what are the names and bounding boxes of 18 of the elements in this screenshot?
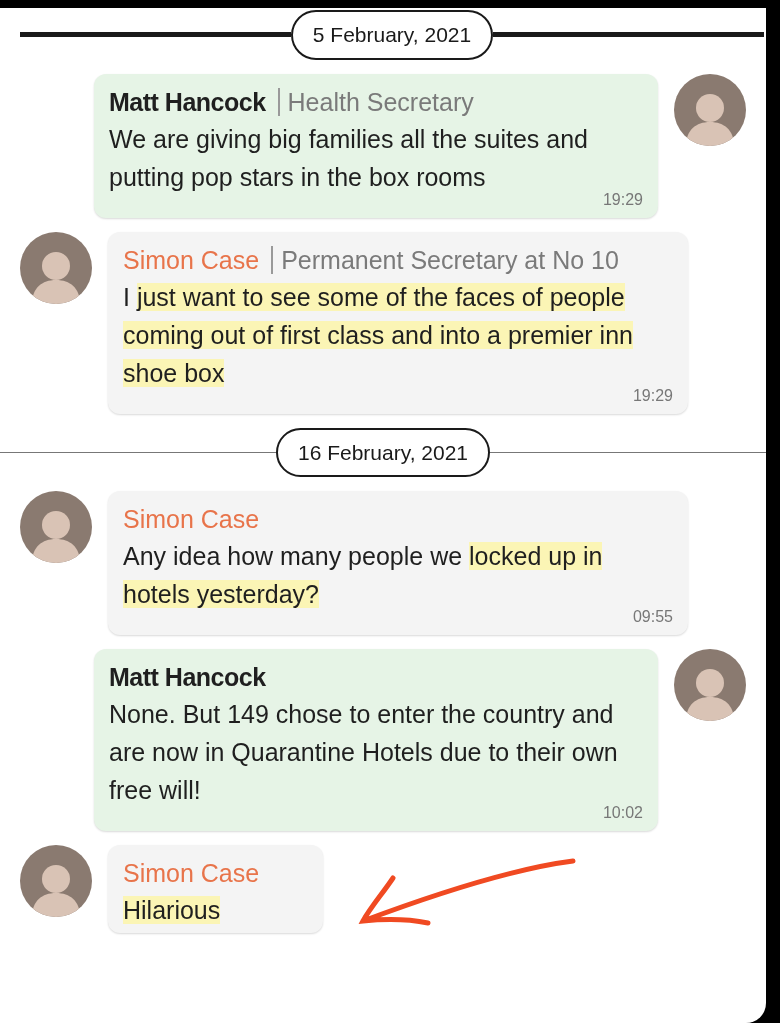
message-time: 19:29 (632, 385, 673, 406)
sender-name: Matt Hancock (109, 663, 266, 691)
message-text: I just want to see some of the faces of people coming out of first class and into a premier inn shoe box (123, 281, 634, 389)
sender-role: Permanent Secretary at No 10 (271, 245, 619, 274)
message-text: We are giving big families all the suites and putting pop stars in the box rooms (109, 123, 589, 193)
sender-role: Health Secretary (277, 87, 474, 116)
message-time: 10:02 (602, 803, 643, 823)
message-time: 09:55 (632, 607, 673, 627)
date-label: 16 February, 2021 (275, 427, 491, 477)
sender-name: Simon Case (123, 245, 260, 274)
sender-name: Simon Case (123, 505, 260, 533)
message-text: None. But 149 chose to enter the country and are now in Quarantine Hotels due to their own free will! (109, 699, 619, 806)
sender-name: Simon Case (123, 859, 260, 887)
sender-name: Matt Hancock (109, 87, 266, 116)
message-time: 19:29 (602, 189, 643, 210)
message-text: Hilarious (123, 895, 222, 926)
message-text: Any idea how many people we locked up in hotels yesterday? (123, 541, 604, 610)
date-label: 5 February, 2021 (290, 10, 494, 60)
